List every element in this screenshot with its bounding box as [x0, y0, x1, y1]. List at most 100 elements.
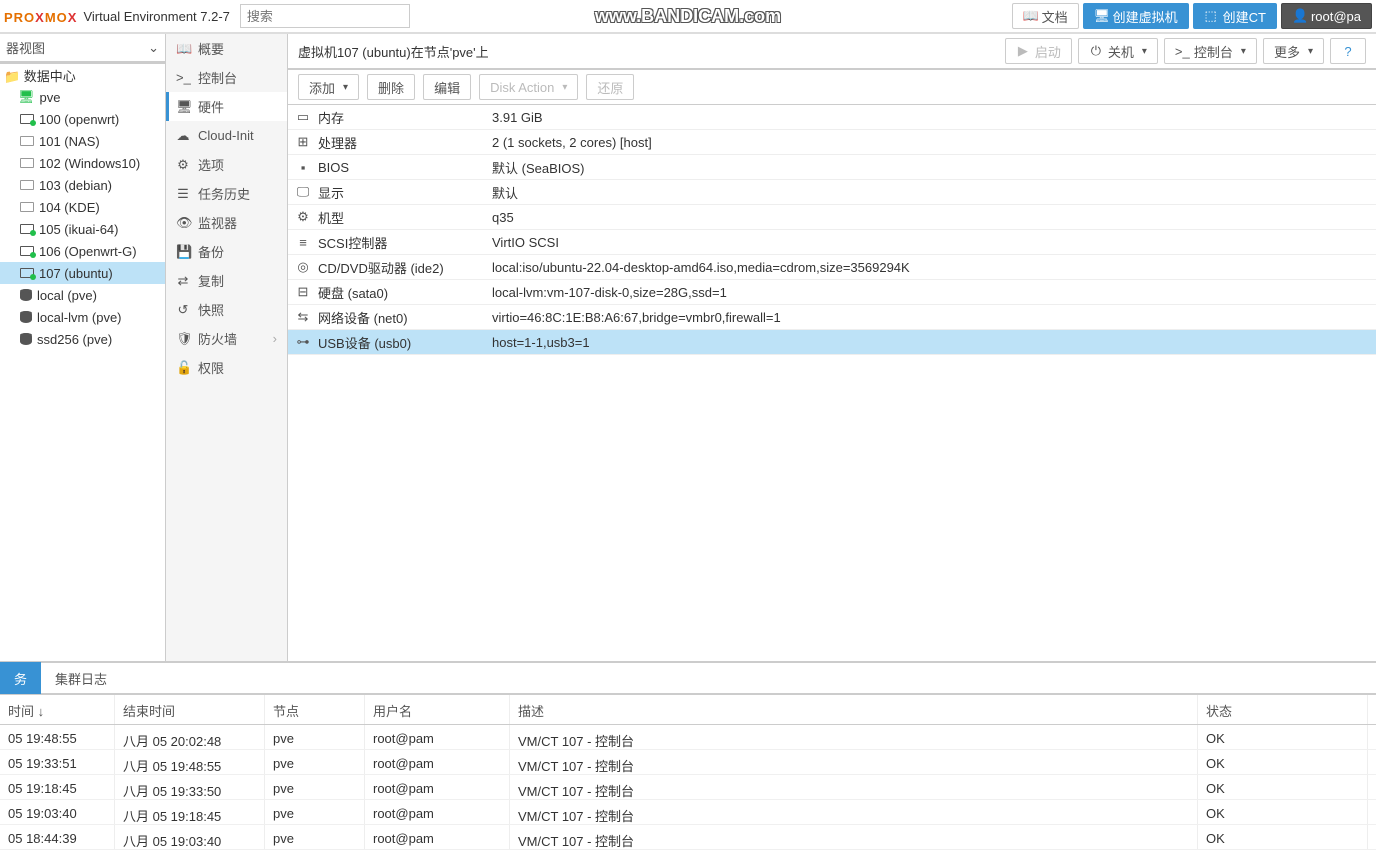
nav-label: 快照 — [198, 300, 224, 319]
nav-gear[interactable]: ⚙选项 — [166, 150, 287, 179]
nav-list[interactable]: ☰任务历史 — [166, 179, 287, 208]
log-node: pve — [265, 750, 365, 774]
shield-icon: 🛡 — [176, 331, 190, 347]
chevron-down-icon: ▾ — [1308, 46, 1313, 57]
log-node: pve — [265, 825, 365, 849]
nav-book[interactable]: 📖 概要 — [166, 34, 287, 63]
tree-datacenter[interactable]: 📁 数据中心 — [0, 64, 165, 86]
nav-lock[interactable]: 🔓权限 — [166, 353, 287, 382]
hw-value: virtio=46:8C:1E:B8:A6:67,bridge=vmbr0,fi… — [488, 310, 1376, 325]
log-row[interactable]: 05 19:48:55八月 05 20:02:48pveroot@pamVM/C… — [0, 725, 1376, 750]
chevron-down-icon: ▾ — [343, 82, 348, 93]
tree-vm-106[interactable]: 106 (Openwrt-G) — [0, 240, 165, 262]
tree-vm-102[interactable]: 102 (Windows10) — [0, 152, 165, 174]
log-tab-cluster[interactable]: 集群日志 — [41, 662, 121, 694]
tree-vm-105[interactable]: 105 (ikuai-64) — [0, 218, 165, 240]
hw-row-bios[interactable]: ▪BIOS默认 (SeaBIOS) — [288, 155, 1376, 180]
log-row[interactable]: 05 19:33:51八月 05 19:48:55pveroot@pamVM/C… — [0, 750, 1376, 775]
add-button[interactable]: 添加▾ — [298, 74, 359, 100]
net-icon: ⇆ — [288, 309, 318, 325]
watermark: www.BANDICAM.com — [595, 6, 781, 27]
hw-label: 处理器 — [318, 133, 488, 152]
log-start: 05 19:33:51 — [0, 750, 115, 774]
vm-icon — [20, 136, 34, 146]
nav-label: 复制 — [198, 271, 224, 290]
start-button[interactable]: ▶启动 — [1005, 38, 1072, 64]
user-icon: 👤 — [1292, 8, 1306, 24]
col-desc[interactable]: 描述 — [510, 695, 1198, 724]
hw-row-hdd[interactable]: ⊟硬盘 (sata0)local-lvm:vm-107-disk-0,size=… — [288, 280, 1376, 305]
cube-icon: ⬚ — [1204, 8, 1218, 24]
book-icon: 📖 — [176, 41, 190, 57]
log-start: 05 19:48:55 — [0, 725, 115, 749]
log-user: root@pam — [365, 750, 510, 774]
log-user: root@pam — [365, 825, 510, 849]
hw-row-cpu[interactable]: ⊞处理器2 (1 sockets, 2 cores) [host] — [288, 130, 1376, 155]
nav-eye[interactable]: 👁监视器 — [166, 208, 287, 237]
console-button[interactable]: >_控制台▾ — [1164, 38, 1257, 64]
tree-storage-label: local-lvm (pve) — [37, 310, 122, 325]
sync-icon: ⇄ — [176, 273, 190, 289]
hw-row-net[interactable]: ⇆网络设备 (net0)virtio=46:8C:1E:B8:A6:67,bri… — [288, 305, 1376, 330]
create-ct-button[interactable]: ⬚创建CT — [1193, 3, 1277, 29]
log-status: OK — [1198, 775, 1368, 799]
user-button[interactable]: 👤root@pa — [1281, 3, 1372, 29]
col-end-time[interactable]: 结束时间 — [115, 695, 265, 724]
edit-button[interactable]: 编辑 — [423, 74, 471, 100]
nav-label: 概要 — [198, 39, 224, 58]
search-input[interactable] — [240, 4, 410, 28]
tree-storage-2[interactable]: ssd256 (pve) — [0, 328, 165, 350]
content-title: 虚拟机107 (ubuntu)在节点'pve'上 — [298, 42, 489, 61]
log-user: root@pam — [365, 800, 510, 824]
log-row[interactable]: 05 19:18:45八月 05 19:33:50pveroot@pamVM/C… — [0, 775, 1376, 800]
hw-row-disp[interactable]: 🖵显示默认 — [288, 180, 1376, 205]
nav-terminal[interactable]: >_控制台 — [166, 63, 287, 92]
hw-row-scsi[interactable]: ≡SCSI控制器VirtIO SCSI — [288, 230, 1376, 255]
shutdown-button[interactable]: ⏻关机▾ — [1078, 38, 1158, 64]
log-start: 05 19:18:45 — [0, 775, 115, 799]
more-button[interactable]: 更多▾ — [1263, 38, 1324, 64]
revert-button[interactable]: 还原 — [586, 74, 634, 100]
hardware-list: ▭内存3.91 GiB⊞处理器2 (1 sockets, 2 cores) [h… — [288, 105, 1376, 661]
nav-label: 控制台 — [198, 68, 237, 87]
hw-row-mach[interactable]: ⚙机型q35 — [288, 205, 1376, 230]
log-columns: 时间 ↓ 结束时间 节点 用户名 描述 状态 — [0, 695, 1376, 725]
docs-button[interactable]: 📖文档 — [1012, 3, 1079, 29]
hw-value: host=1-1,usb3=1 — [488, 335, 1376, 350]
nav-display[interactable]: 🖥硬件 — [166, 92, 287, 121]
col-user[interactable]: 用户名 — [365, 695, 510, 724]
display-icon: 🖥 — [176, 99, 190, 115]
tree-vm-100[interactable]: 100 (openwrt) — [0, 108, 165, 130]
col-node[interactable]: 节点 — [265, 695, 365, 724]
create-vm-button[interactable]: 🖥创建虚拟机 — [1083, 3, 1189, 29]
tree-vm-104[interactable]: 104 (KDE) — [0, 196, 165, 218]
hw-row-cd[interactable]: ◎CD/DVD驱动器 (ide2)local:iso/ubuntu-22.04-… — [288, 255, 1376, 280]
tree-view-selector[interactable]: 器视图⌄ — [0, 34, 165, 64]
help-icon: ? — [1341, 44, 1355, 59]
nav-sync[interactable]: ⇄ 复制 — [166, 266, 287, 295]
log-row[interactable]: 05 19:03:40八月 05 19:18:45pveroot@pamVM/C… — [0, 800, 1376, 825]
vm-icon — [20, 224, 34, 234]
tree-node-pve[interactable]: 🖥 pve — [0, 86, 165, 108]
help-button[interactable]: ? — [1330, 38, 1366, 64]
hw-label: 机型 — [318, 208, 488, 227]
cloud-icon: ☁ — [176, 128, 190, 144]
nav-cloud[interactable]: ☁Cloud-Init — [166, 121, 287, 150]
tree-vm-107[interactable]: 107 (ubuntu) — [0, 262, 165, 284]
col-status[interactable]: 状态 — [1198, 695, 1368, 724]
tree-vm-103[interactable]: 103 (debian) — [0, 174, 165, 196]
tree-vm-101[interactable]: 101 (NAS) — [0, 130, 165, 152]
nav-history[interactable]: ↺快照 — [166, 295, 287, 324]
log-status: OK — [1198, 800, 1368, 824]
nav-save[interactable]: 💾备份 — [166, 237, 287, 266]
disk-action-button[interactable]: Disk Action▾ — [479, 74, 578, 100]
nav-shield[interactable]: 🛡防火墙› — [166, 324, 287, 353]
tree-storage-1[interactable]: local-lvm (pve) — [0, 306, 165, 328]
col-start-time[interactable]: 时间 ↓ — [0, 695, 115, 724]
log-row[interactable]: 05 18:44:39八月 05 19:03:40pveroot@pamVM/C… — [0, 825, 1376, 850]
hw-row-mem[interactable]: ▭内存3.91 GiB — [288, 105, 1376, 130]
tree-storage-0[interactable]: local (pve) — [0, 284, 165, 306]
remove-button[interactable]: 删除 — [367, 74, 415, 100]
log-tab-tasks[interactable]: 务 — [0, 662, 41, 694]
hw-row-usb[interactable]: ⊶USB设备 (usb0)host=1-1,usb3=1 — [288, 330, 1376, 355]
